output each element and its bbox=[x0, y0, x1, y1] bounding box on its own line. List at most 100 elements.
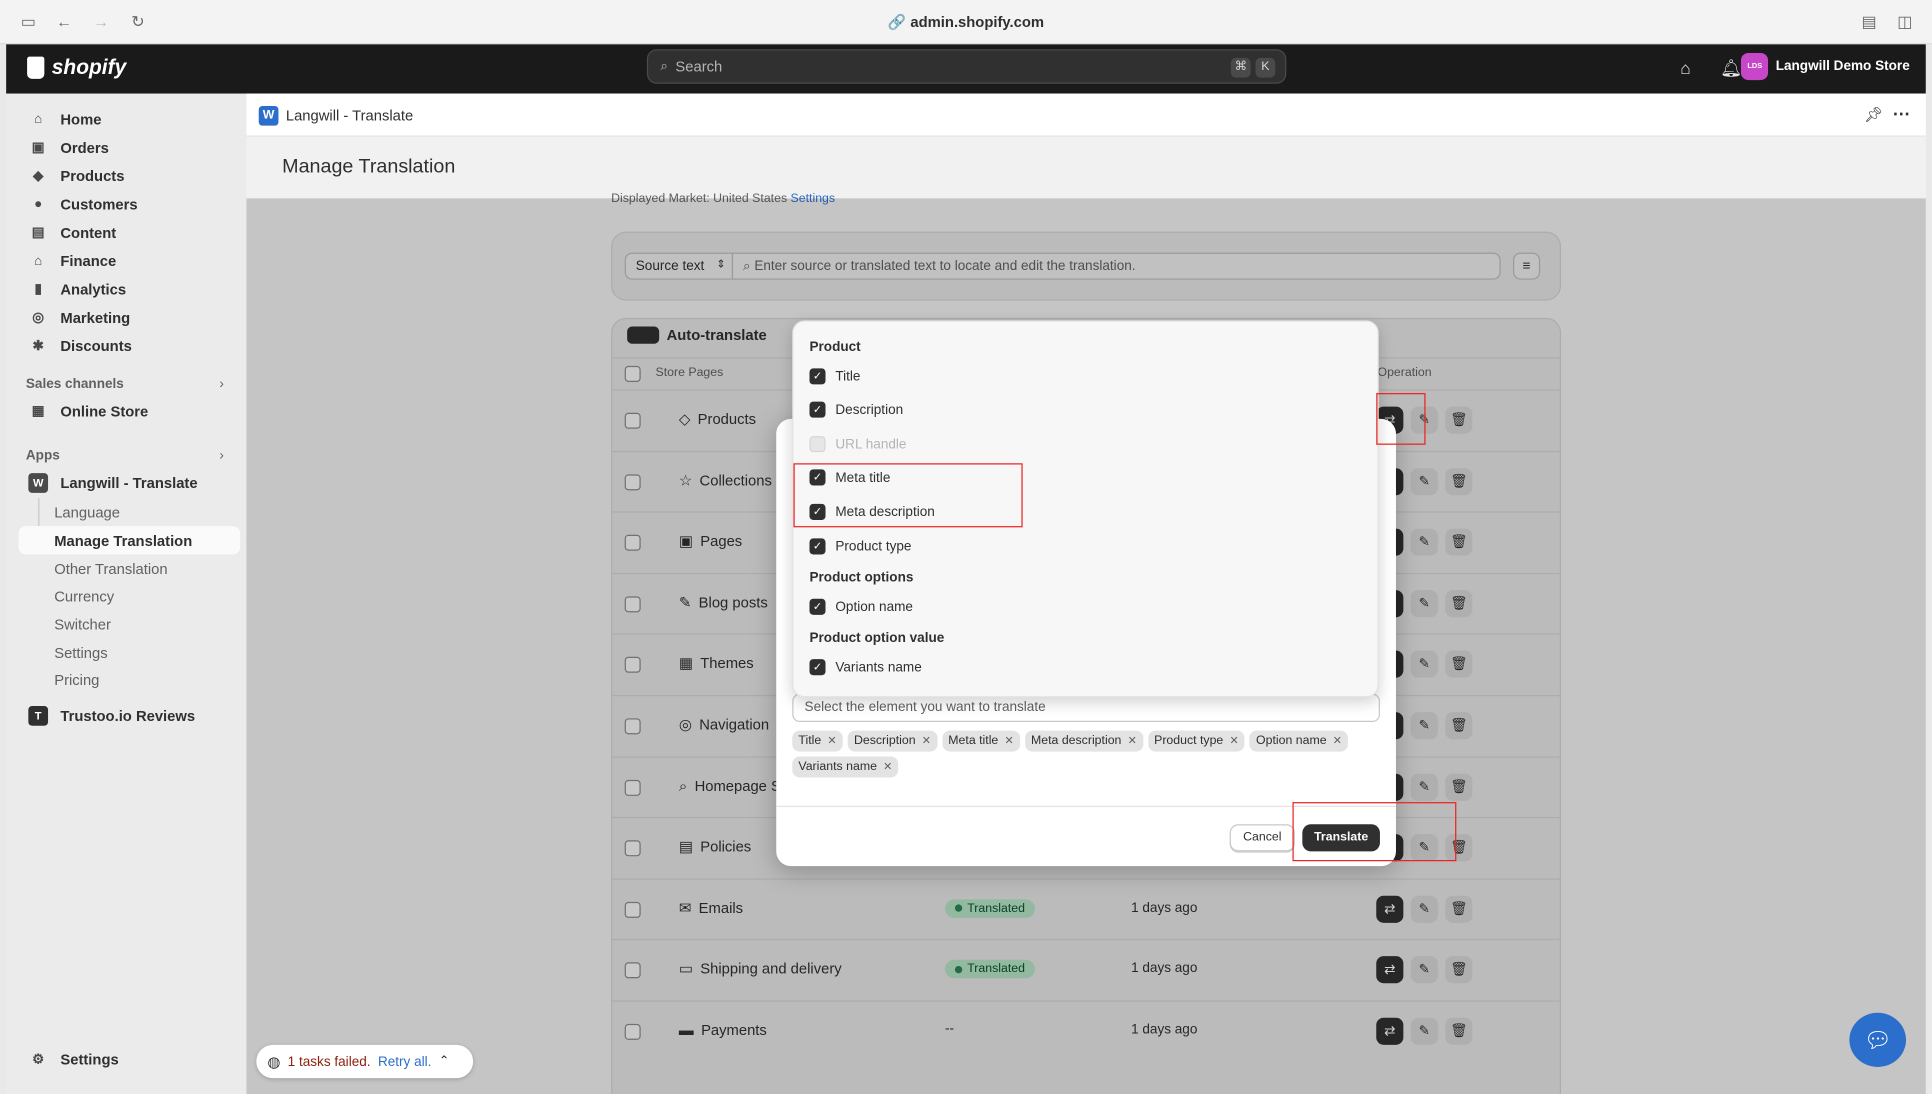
option-variants-name[interactable]: ✓ Variants name bbox=[809, 659, 922, 676]
home-icon: ⌂ bbox=[34, 112, 43, 127]
kbd-k: K bbox=[1255, 57, 1276, 78]
sidebar-sub-settings[interactable]: Settings bbox=[54, 644, 107, 661]
search-input[interactable]: ⌕ Search ⌘ K bbox=[646, 49, 1287, 84]
chevron-up-icon[interactable]: ⌃ bbox=[439, 1055, 449, 1069]
remove-tag-icon[interactable]: ✕ bbox=[922, 734, 931, 748]
option-label: Description bbox=[835, 402, 904, 418]
address-bar[interactable]: 🔗 admin.shopify.com bbox=[0, 14, 1932, 31]
bell-icon[interactable]: 🔔︎ bbox=[1720, 58, 1742, 78]
sidebar-item-label: Home bbox=[60, 110, 102, 129]
langwill-app-icon: W bbox=[28, 473, 49, 493]
inbox-icon[interactable]: ⌂ bbox=[1676, 58, 1696, 78]
reader-icon[interactable]: ▤ bbox=[1860, 13, 1877, 31]
sidebar-sub-other-translation[interactable]: Other Translation bbox=[54, 561, 167, 578]
inbox-icon: ▣ bbox=[31, 140, 45, 156]
checkbox-checked-icon[interactable]: ✓ bbox=[809, 368, 826, 385]
element-select-placeholder: Select the element you want to translate bbox=[804, 699, 1046, 715]
selected-tags: Title ✕ Description ✕ Meta title ✕ Meta des… bbox=[792, 730, 1383, 778]
highlight-box-translate-op bbox=[1376, 393, 1426, 445]
retry-all-link[interactable]: Retry all. bbox=[378, 1054, 431, 1069]
sidebar-item-label: Discounts bbox=[60, 337, 132, 355]
shopify-logo[interactable]: shopify bbox=[27, 55, 126, 80]
checkbox-checked-icon[interactable]: ✓ bbox=[809, 659, 826, 676]
url-text: admin.shopify.com bbox=[910, 13, 1045, 31]
chevron-right-icon[interactable]: › bbox=[219, 377, 224, 392]
apps-heading[interactable]: Apps bbox=[26, 448, 60, 463]
sales-channels-heading[interactable]: Sales channels bbox=[26, 377, 124, 392]
sidebar-item-label: Settings bbox=[60, 1050, 119, 1069]
sidebar-item-finance[interactable]: ⌂ Finance bbox=[18, 248, 240, 275]
sidebar-item-analytics[interactable]: ▮ Analytics bbox=[18, 276, 240, 303]
tag-variants-name: Variants name ✕ bbox=[792, 756, 899, 778]
option-label: Option name bbox=[835, 599, 913, 615]
pin-icon[interactable]: 📌︎ bbox=[1864, 106, 1883, 123]
sidebar-sub-currency[interactable]: Currency bbox=[54, 588, 114, 605]
sidebar-sub-pricing[interactable]: Pricing bbox=[54, 671, 99, 688]
chat-bubble-icon[interactable]: 💬︎ bbox=[1849, 1012, 1907, 1067]
app-title: Langwill - Translate bbox=[285, 107, 414, 125]
sidebar-item-discounts[interactable]: ✱ Discounts bbox=[18, 333, 240, 360]
tag-label: Description bbox=[853, 734, 916, 748]
sidebar-sub-switcher[interactable]: Switcher bbox=[54, 616, 111, 633]
sidebar-item-label: Langwill - Translate bbox=[60, 474, 198, 492]
sidebar-item-customers[interactable]: ● Customers bbox=[18, 191, 240, 218]
tag-meta-description: Meta description ✕ bbox=[1024, 730, 1144, 752]
globe-icon: ◍ bbox=[267, 1052, 281, 1071]
remove-tag-icon[interactable]: ✕ bbox=[1333, 734, 1342, 748]
tag-label: Variants name bbox=[798, 760, 877, 774]
element-select-input[interactable]: Select the element you want to translate bbox=[792, 693, 1380, 723]
remove-tag-icon[interactable]: ✕ bbox=[1004, 734, 1013, 748]
tag-label: Meta title bbox=[948, 734, 999, 748]
sidebar-item-label: Marketing bbox=[60, 309, 131, 327]
tag-icon: ◆ bbox=[32, 168, 44, 184]
sidebar-item-label: Finance bbox=[60, 252, 117, 270]
bank-icon: ⌂ bbox=[34, 253, 43, 269]
highlight-box-meta bbox=[793, 463, 1023, 528]
cancel-button[interactable]: Cancel bbox=[1229, 824, 1295, 852]
remove-tag-icon[interactable]: ✕ bbox=[1128, 734, 1137, 748]
task-toast: ◍ 1 tasks failed. Retry all. ⌃ bbox=[256, 1044, 474, 1079]
kbd-cmd: ⌘ bbox=[1230, 57, 1251, 78]
highlight-box-translate-button bbox=[1292, 802, 1457, 862]
group-product-option-value: Product option value bbox=[809, 630, 945, 646]
store-avatar: LDS bbox=[1741, 52, 1769, 81]
checkbox-checked-icon[interactable]: ✓ bbox=[809, 401, 826, 418]
sidebar-item-trustoo[interactable]: T Trustoo.io Reviews bbox=[18, 702, 240, 729]
sidebar-item-label: Products bbox=[60, 167, 125, 185]
sidebar-sub-language[interactable]: Language bbox=[54, 504, 120, 521]
tag-label: Title bbox=[798, 734, 822, 748]
remove-tag-icon[interactable]: ✕ bbox=[827, 734, 836, 748]
person-icon: ● bbox=[34, 197, 43, 212]
checkbox-checked-icon[interactable]: ✓ bbox=[809, 538, 826, 555]
tag-title: Title ✕ bbox=[792, 730, 843, 752]
search-icon: ⌕ bbox=[660, 58, 669, 74]
option-option-name[interactable]: ✓ Option name bbox=[809, 598, 913, 615]
shopify-bag-icon bbox=[27, 56, 45, 79]
sidebar-item-orders[interactable]: ▣ Orders bbox=[18, 134, 240, 161]
chevron-right-icon[interactable]: › bbox=[219, 448, 224, 463]
sidebar-item-home[interactable]: ⌂ Home bbox=[18, 106, 240, 133]
split-view-icon[interactable]: ◫ bbox=[1896, 13, 1913, 31]
more-icon[interactable]: ⋯ bbox=[1893, 103, 1910, 124]
sidebar-item-settings[interactable]: ⚙ Settings bbox=[18, 1046, 240, 1073]
discount-icon: ✱ bbox=[32, 338, 44, 354]
sidebar-item-content[interactable]: ▤ Content bbox=[18, 219, 240, 246]
option-label: Title bbox=[835, 369, 861, 384]
remove-tag-icon[interactable]: ✕ bbox=[883, 760, 892, 774]
option-product-type[interactable]: ✓ Product type bbox=[809, 538, 911, 555]
option-url-handle: URL handle bbox=[809, 436, 906, 453]
sidebar-item-langwill[interactable]: W Langwill - Translate bbox=[18, 469, 240, 496]
sidebar-sub-manage-translation[interactable]: Manage Translation bbox=[54, 532, 192, 549]
option-description[interactable]: ✓ Description bbox=[809, 401, 904, 418]
admin-topbar: shopify ⌕ Search ⌘ K ⌂ 🔔︎ LDS Langwill D… bbox=[6, 44, 1926, 94]
store-menu-button[interactable]: LDS Langwill Demo Store bbox=[1741, 52, 1910, 81]
sidebar-item-products[interactable]: ◆ Products bbox=[18, 163, 240, 190]
option-title[interactable]: ✓ Title bbox=[809, 368, 861, 385]
sidebar-item-label: Customers bbox=[60, 195, 138, 214]
checkbox-checked-icon[interactable]: ✓ bbox=[809, 598, 826, 615]
sidebar-item-online-store[interactable]: ▦ Online Store bbox=[18, 398, 240, 425]
sidebar-item-marketing[interactable]: ◎ Marketing bbox=[18, 304, 240, 331]
tag-label: Meta description bbox=[1030, 734, 1122, 748]
sidebar: ⌂ Home ▣ Orders ◆ Products ● Customers ▤ Cont… bbox=[6, 93, 247, 1094]
remove-tag-icon[interactable]: ✕ bbox=[1229, 734, 1238, 748]
